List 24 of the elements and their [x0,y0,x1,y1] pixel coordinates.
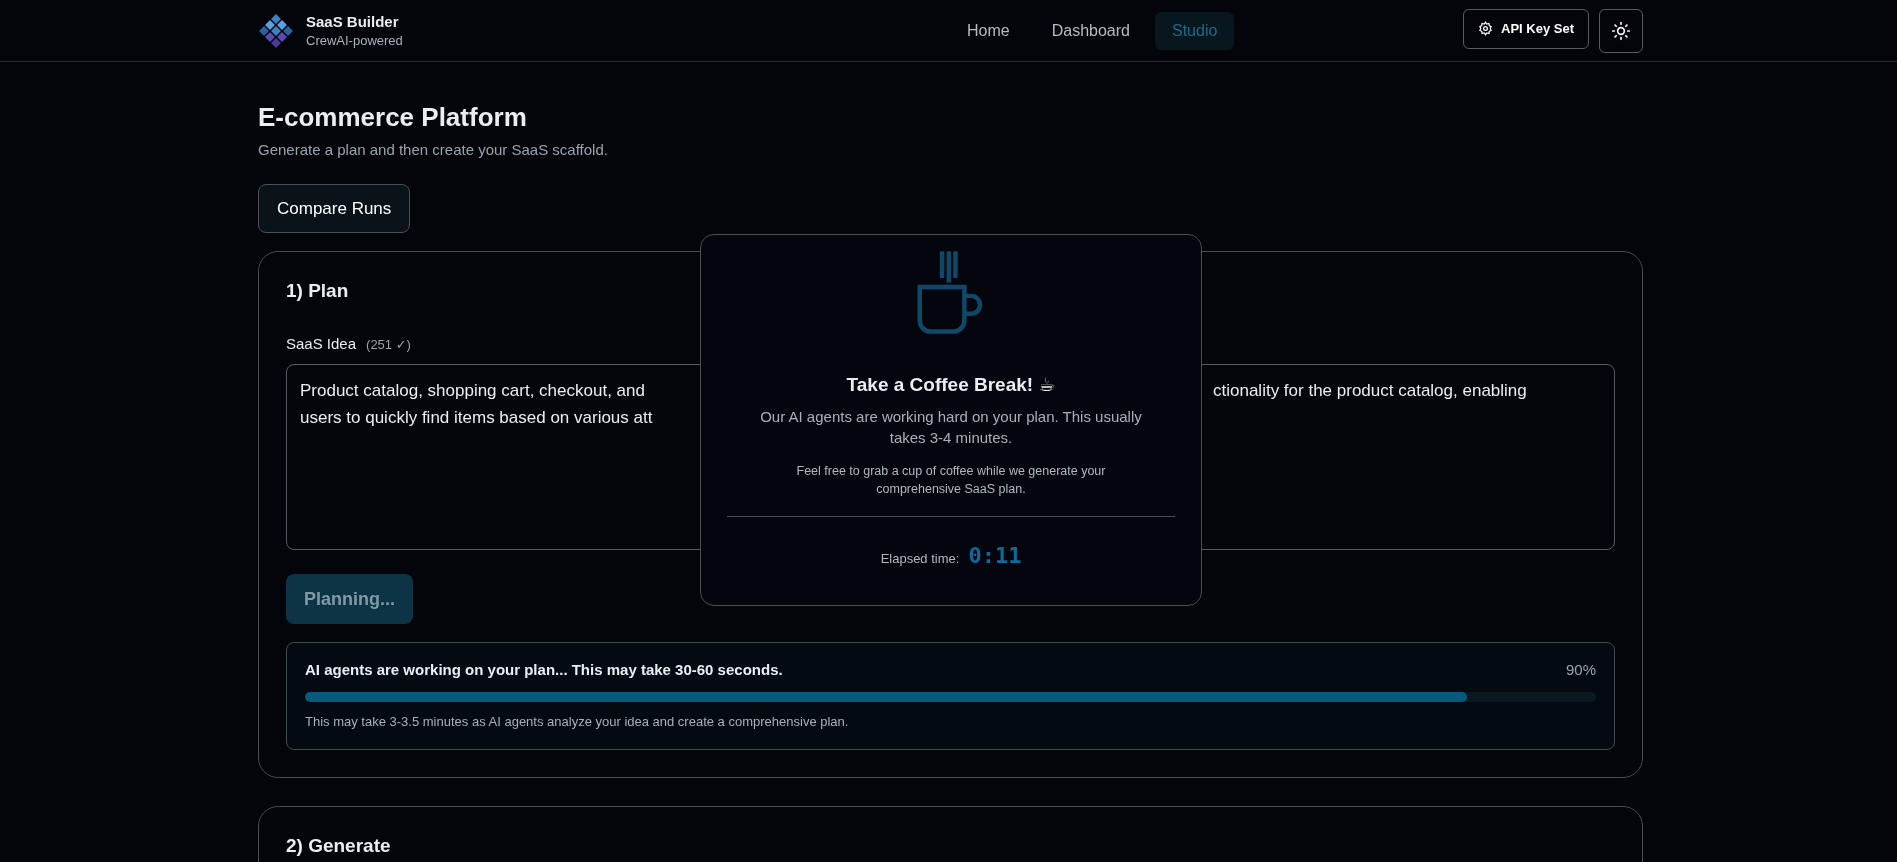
nav-link[interactable]: Home [950,11,1027,50]
progress-percent: 90% [1565,661,1596,678]
dialog-note: Feel free to grab a cup of coffee while we generate your comprehensive SaaS plan. [795,463,1107,498]
section-title: 2) Generate [286,835,392,857]
elapsed-label: Elapsed time: [880,551,960,566]
elapsed-timer: 0:11 [968,543,1022,568]
character-count: (251 ✓) [366,337,411,352]
page-title: E-commerce Platform [258,102,528,133]
api-key-button[interactable]: API Key Set [1463,8,1589,49]
field-label: SaaS Idea [286,335,357,352]
sun-icon [1611,20,1631,41]
app-subtitle: CrewAI-powered [306,33,403,48]
theme-toggle-button[interactable] [1599,8,1643,53]
section-title: 1) Plan [286,280,350,302]
compare-runs-button[interactable]: Compare Runs [258,184,411,233]
page-subtitle: Generate a plan and then create your SaaS scaffold. [258,141,609,158]
progress-message: AI agents are working on your plan... This may take 30-60 seconds. [305,661,783,678]
dialog-message: Our AI agents are working hard on your plan. This usually takes 3-4 minutes. [759,407,1143,448]
progress-note: This may take 3-3.5 minutes as AI agents analyze your idea and create a comprehensive plan. [305,714,850,729]
settings-icon [1478,21,1493,36]
nav-link[interactable]: Dashboard [1034,11,1147,50]
logo-icon [258,12,294,49]
app-title: SaaS Builder [306,13,400,30]
dialog-title: Take a Coffee Break! ☕ [846,373,1056,396]
